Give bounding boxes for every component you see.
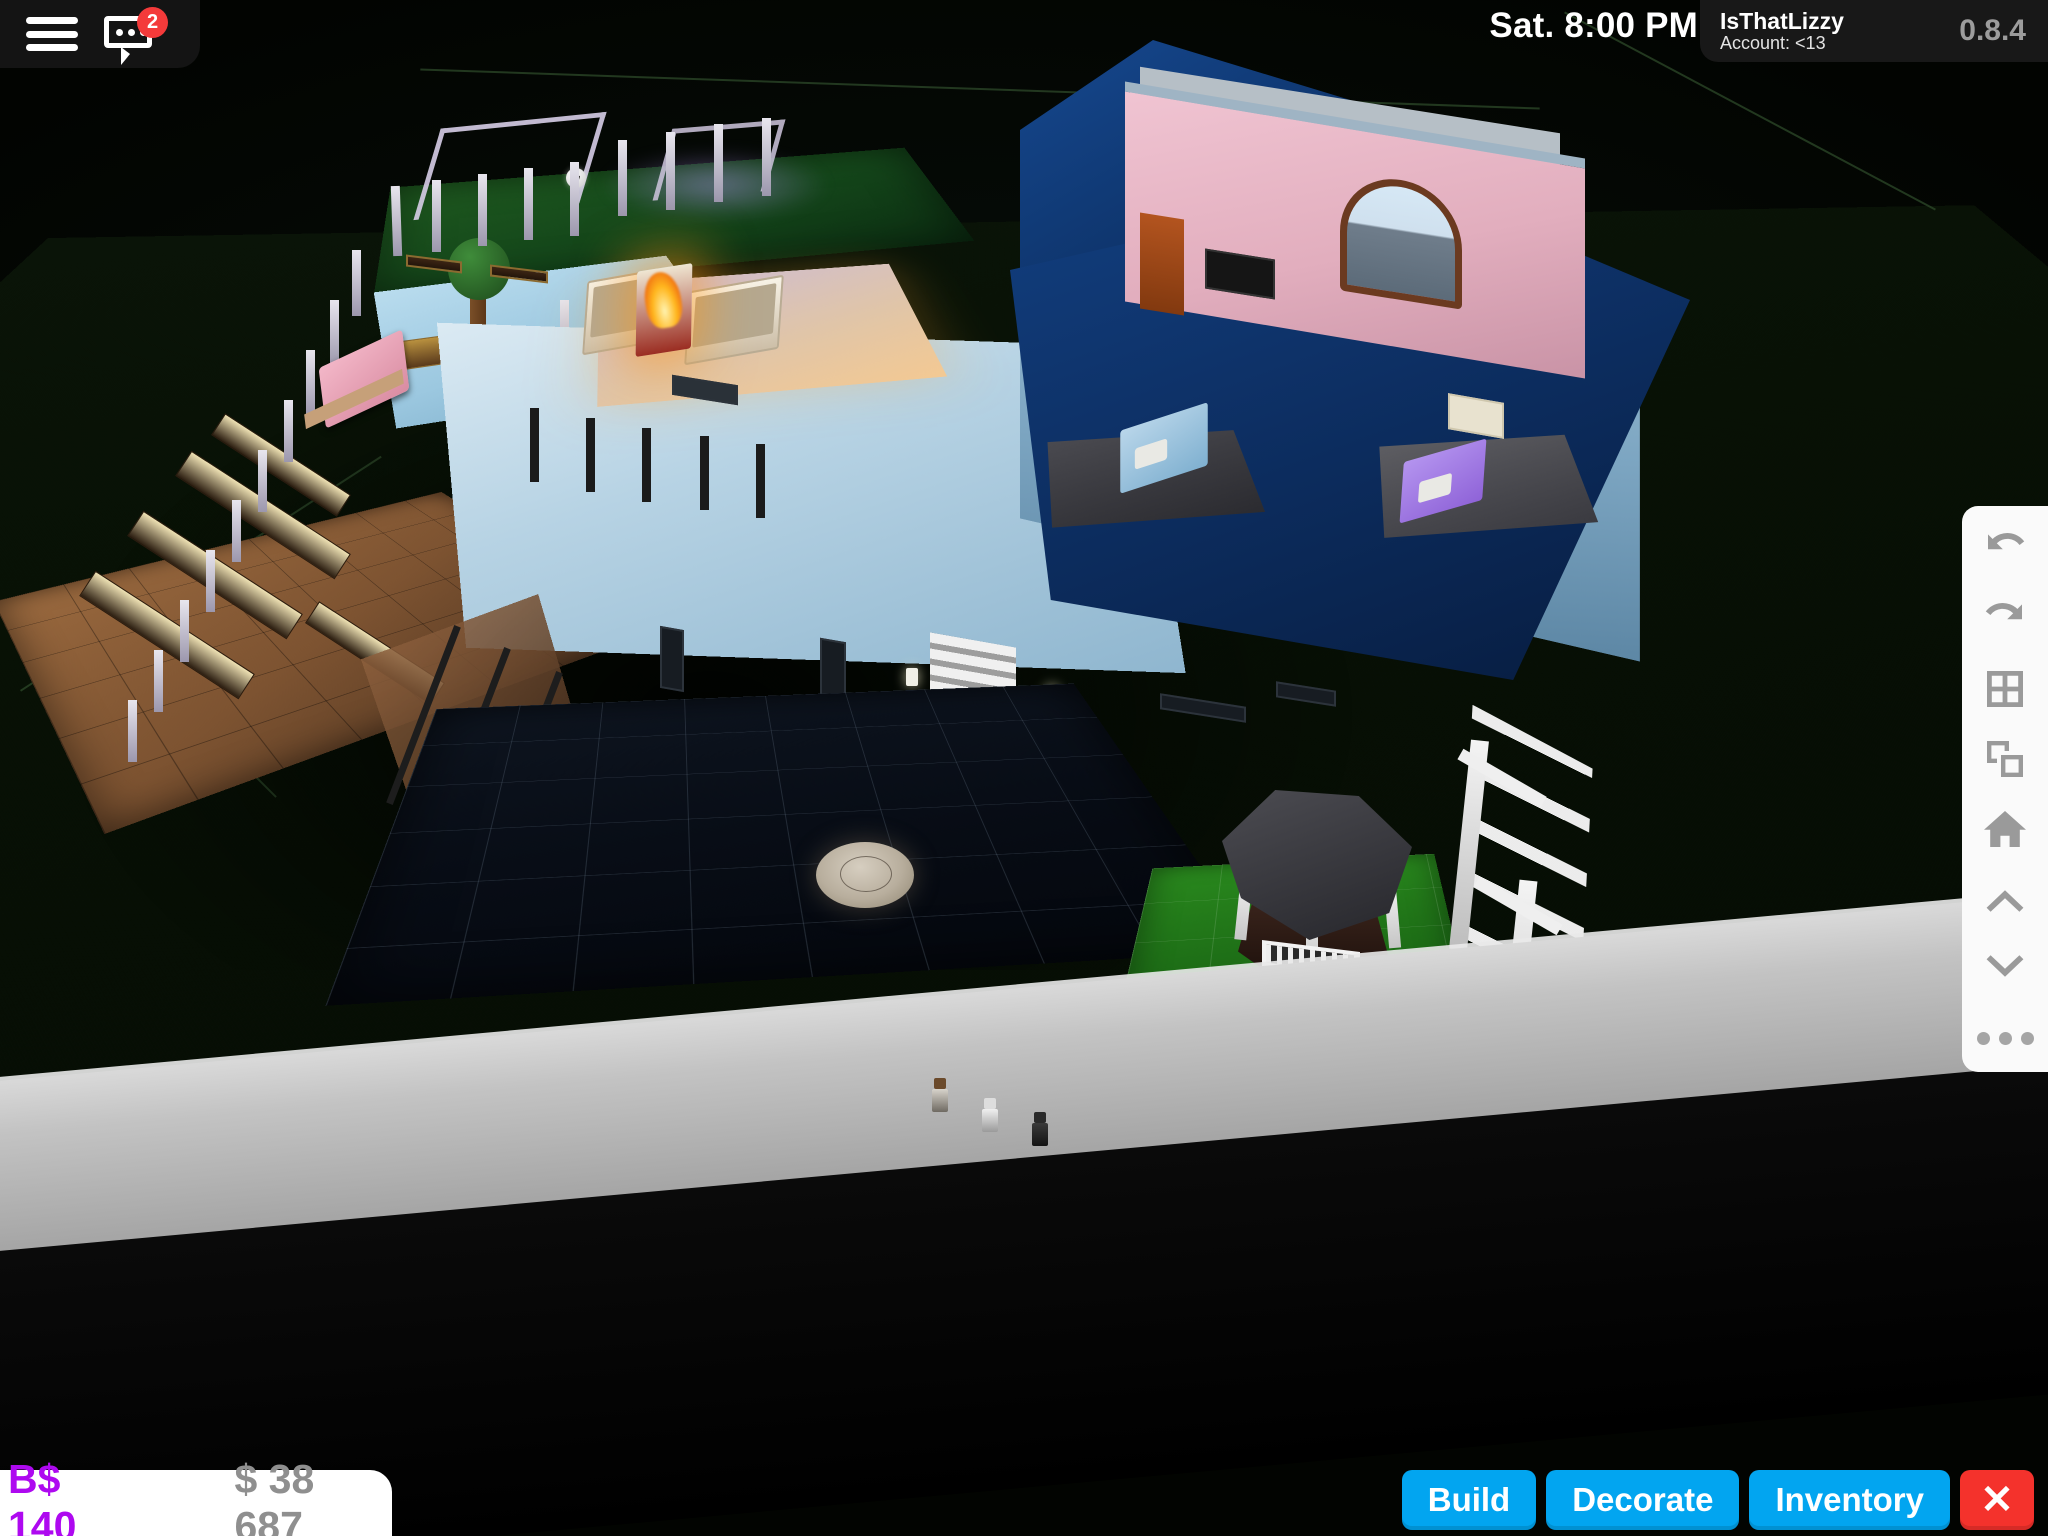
avatar-body bbox=[1032, 1123, 1048, 1146]
account-text-group: IsThatLizzy Account: <13 bbox=[1720, 7, 1844, 54]
hamburger-line bbox=[26, 17, 78, 24]
game-viewport[interactable] bbox=[0, 0, 2048, 1536]
avatar-head bbox=[1034, 1112, 1046, 1123]
top-left-controls: 2 bbox=[0, 0, 200, 68]
avatar-body bbox=[932, 1089, 948, 1112]
fence-post bbox=[478, 174, 487, 246]
currency-panel: B$ 140 $ 38 687 bbox=[0, 1456, 392, 1536]
fence-post bbox=[128, 700, 137, 762]
account-info-panel: IsThatLizzy Account: <13 0.8.4 bbox=[1700, 0, 2048, 62]
decorate-button[interactable]: Decorate bbox=[1546, 1470, 1740, 1530]
version-label: 0.8.4 bbox=[1959, 14, 2026, 47]
ellipsis-dot bbox=[1976, 1031, 1990, 1045]
hamburger-menu-icon[interactable] bbox=[26, 17, 78, 51]
avatar-head bbox=[934, 1078, 946, 1089]
game-clock: Sat. 8:00 PM bbox=[1489, 6, 1698, 45]
facade-window[interactable] bbox=[660, 625, 684, 693]
inventory-button[interactable]: Inventory bbox=[1749, 1470, 1950, 1530]
more-options-icon[interactable] bbox=[1967, 1004, 2043, 1072]
hamburger-line bbox=[26, 30, 78, 38]
fence-post bbox=[714, 124, 723, 202]
grid-icon[interactable] bbox=[1967, 656, 2043, 724]
railing-post bbox=[700, 436, 709, 510]
username-label: IsThatLizzy bbox=[1720, 7, 1844, 34]
character-avatar[interactable] bbox=[1032, 1112, 1048, 1146]
bux-balance: B$ 140 bbox=[8, 1456, 77, 1536]
fence-post bbox=[762, 118, 771, 196]
fence-post bbox=[306, 350, 315, 416]
ellipsis-dot bbox=[2020, 1031, 2034, 1045]
fence-post bbox=[618, 140, 627, 216]
chevron-up-icon[interactable] bbox=[1967, 865, 2043, 933]
chat-dot bbox=[128, 29, 135, 36]
railing-post bbox=[586, 418, 595, 492]
avatar-body bbox=[982, 1109, 998, 1132]
fence-post bbox=[258, 450, 267, 512]
chevron-down-icon[interactable] bbox=[1967, 935, 2043, 1003]
hamburger-line bbox=[26, 44, 78, 51]
duplicate-icon[interactable] bbox=[1967, 725, 2043, 793]
character-avatar[interactable] bbox=[932, 1078, 948, 1112]
chat-bubble-icon[interactable]: 2 bbox=[104, 7, 168, 65]
build-action-bar: Build Decorate Inventory ✕ bbox=[1401, 1470, 2034, 1530]
fence-post bbox=[284, 400, 293, 462]
railing-post bbox=[642, 428, 651, 502]
wall-lamp bbox=[906, 668, 918, 686]
railing-post bbox=[756, 444, 765, 518]
sofa-cushion bbox=[692, 283, 777, 348]
ellipsis-dots bbox=[1976, 1031, 2034, 1045]
fence-post bbox=[524, 168, 533, 240]
fence-post bbox=[352, 250, 361, 316]
fence-post bbox=[570, 162, 579, 236]
avatar-head bbox=[984, 1098, 996, 1109]
circular-fountain[interactable] bbox=[816, 842, 914, 908]
fence-post bbox=[206, 550, 215, 612]
railing-post bbox=[530, 408, 539, 482]
fence-post bbox=[666, 132, 675, 210]
character-avatar[interactable] bbox=[982, 1098, 998, 1132]
build-button[interactable]: Build bbox=[1401, 1470, 1537, 1530]
close-button[interactable]: ✕ bbox=[1960, 1470, 2034, 1530]
fence-post bbox=[232, 500, 241, 562]
chat-dot bbox=[116, 29, 123, 36]
ellipsis-dot bbox=[1998, 1031, 2012, 1045]
cash-balance: $ 38 687 bbox=[234, 1456, 315, 1536]
build-tool-panel bbox=[1962, 506, 2048, 1072]
account-type-label: Account: <13 bbox=[1720, 32, 1826, 53]
redo-icon[interactable] bbox=[1967, 586, 2043, 654]
chat-unread-badge: 2 bbox=[137, 7, 168, 38]
fence-post bbox=[180, 600, 189, 662]
fence-post bbox=[330, 300, 339, 366]
fence-post bbox=[154, 650, 163, 712]
undo-icon[interactable] bbox=[1967, 516, 2043, 584]
fence-post bbox=[432, 180, 441, 252]
home-icon[interactable] bbox=[1967, 795, 2043, 863]
bedroom-door[interactable] bbox=[1140, 212, 1184, 316]
